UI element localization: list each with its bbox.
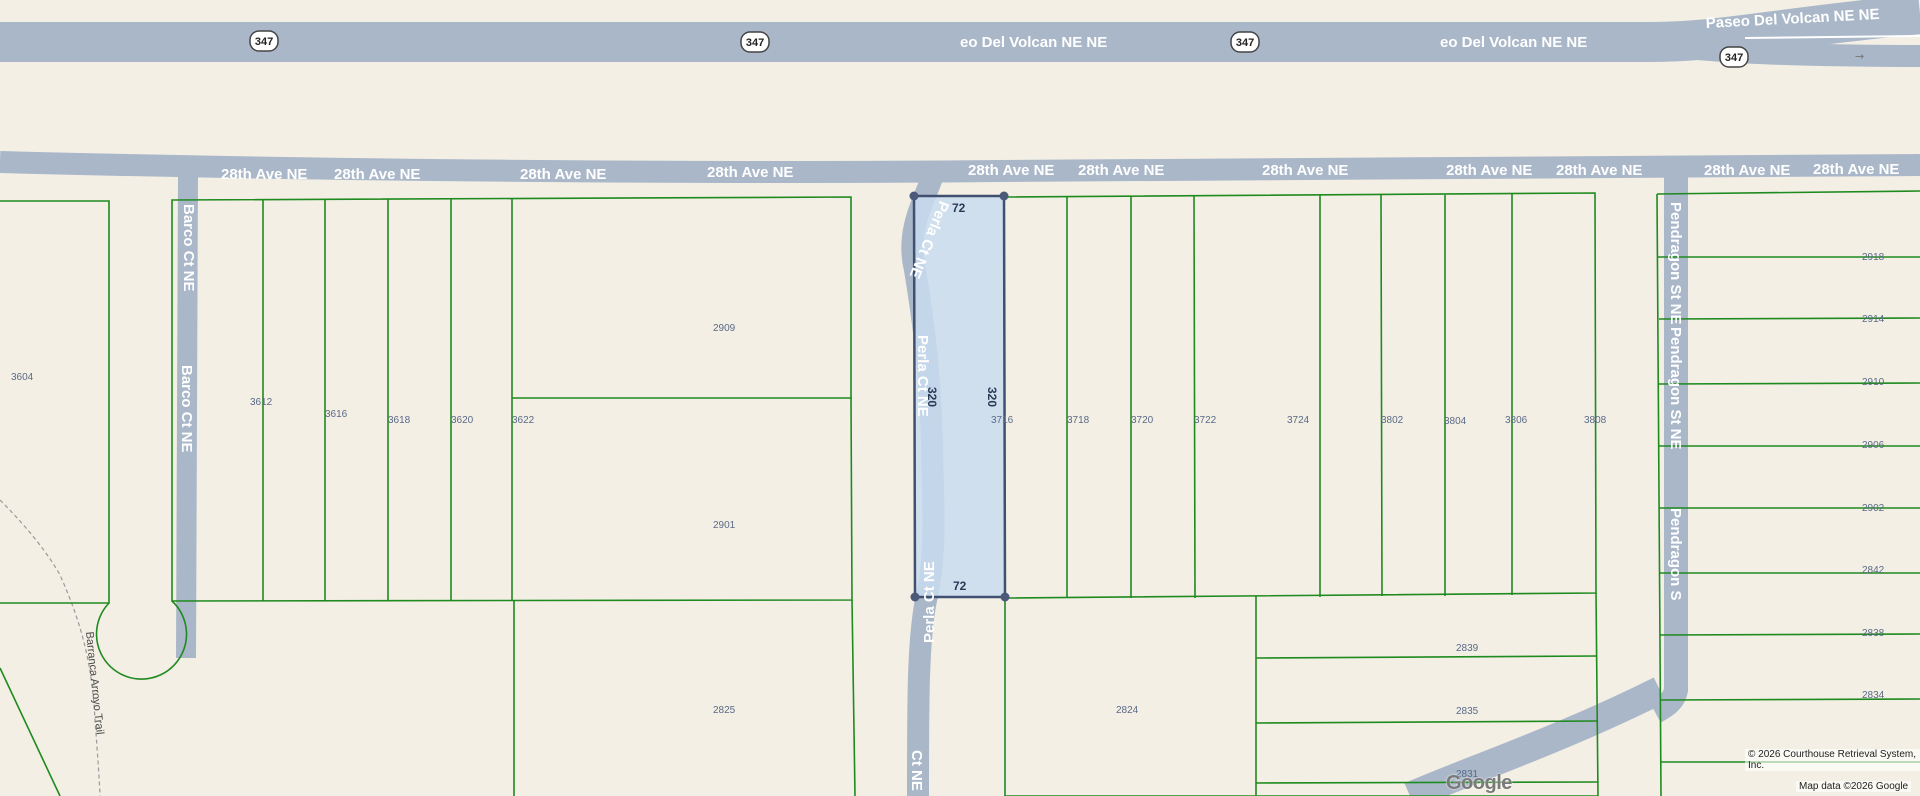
parcel-line bbox=[1255, 781, 1599, 784]
lot-number: 3618 bbox=[388, 415, 411, 426]
lot-number: 2901 bbox=[713, 520, 736, 531]
dimension-label-top: 72 bbox=[952, 201, 966, 215]
google-logo[interactable]: Google bbox=[1446, 772, 1512, 795]
lot-number: 3620 bbox=[451, 415, 474, 426]
road-label-28th-ave: 28th Ave NE bbox=[520, 166, 606, 183]
parcel-line bbox=[1193, 195, 1196, 599]
parcel-line bbox=[1380, 194, 1383, 597]
svg-text:347: 347 bbox=[1725, 52, 1743, 64]
paseo-ramp-road bbox=[1648, 33, 1920, 67]
svg-text:347: 347 bbox=[1236, 37, 1254, 49]
route-shield-347: 347 bbox=[1719, 46, 1749, 68]
parcel-vertex[interactable] bbox=[910, 592, 920, 602]
lot-number: 3718 bbox=[1067, 415, 1090, 426]
lot-number: 3802 bbox=[1381, 415, 1404, 426]
lot-number: 3720 bbox=[1131, 415, 1154, 426]
road-label-28th-ave: 28th Ave NE bbox=[1556, 162, 1642, 179]
lot-number: 2918 bbox=[1862, 252, 1885, 263]
lot-number: 3724 bbox=[1287, 415, 1310, 426]
lot-number: 3604 bbox=[11, 372, 34, 383]
lot-number: 2824 bbox=[1116, 705, 1139, 716]
lot-number: 2842 bbox=[1862, 565, 1885, 576]
lot-number: 3616 bbox=[325, 409, 348, 420]
lot-number: 3716 bbox=[991, 415, 1014, 426]
map-data-attribution[interactable]: Map data ©2026 Google bbox=[1796, 781, 1912, 792]
svg-text:347: 347 bbox=[255, 36, 273, 48]
lot-number: 3722 bbox=[1194, 415, 1217, 426]
lot-number: 2834 bbox=[1862, 690, 1885, 701]
lot-number: 2902 bbox=[1862, 503, 1885, 514]
road-label-28th-ave: 28th Ave NE bbox=[707, 164, 793, 181]
road-label-pendragon-st: Pendragon St NE bbox=[1667, 327, 1684, 450]
courthouse-attribution: © 2026 Courthouse Retrieval System, Inc. bbox=[1745, 749, 1920, 771]
road-label-28th-ave: 28th Ave NE bbox=[1078, 162, 1164, 179]
road-label-28th-ave: 28th Ave NE bbox=[968, 162, 1054, 179]
lot-number: 2835 bbox=[1456, 706, 1479, 717]
road-label-28th-ave: 28th Ave NE bbox=[221, 166, 307, 183]
parcel-vertex[interactable] bbox=[909, 191, 919, 201]
road-label-pendragon-st: Pendragon St NE bbox=[1667, 202, 1684, 325]
road-label-28th-ave: 28th Ave NE bbox=[1446, 162, 1532, 179]
lot-number: 2838 bbox=[1862, 628, 1885, 639]
route-shield-347: 347 bbox=[1230, 31, 1260, 53]
lot-number: 2914 bbox=[1862, 314, 1885, 325]
lot-number: 2909 bbox=[713, 323, 736, 334]
lot-number: 3808 bbox=[1584, 415, 1607, 426]
parcel-vertex[interactable] bbox=[999, 191, 1009, 201]
dimension-label-bottom: 72 bbox=[953, 579, 967, 593]
dimension-label-right: 320 bbox=[985, 387, 999, 407]
road-label-barco-ct: Barco Ct NE bbox=[178, 365, 195, 453]
road-label-28th-ave: 28th Ave NE bbox=[334, 166, 420, 183]
lot-number: 3612 bbox=[250, 397, 273, 408]
lot-number: 3806 bbox=[1505, 415, 1528, 426]
lot-number: 2825 bbox=[713, 705, 736, 716]
road-label-28th-ave: 28th Ave NE bbox=[1704, 162, 1790, 179]
road-label-perla-ct: Perla Ct NE bbox=[921, 561, 938, 643]
road-label-28th-ave: 28th Ave NE bbox=[1262, 162, 1348, 179]
road-label-paseo: eo Del Volcan NE NE bbox=[960, 34, 1107, 51]
lot-number: 2910 bbox=[1862, 377, 1885, 388]
arrow-right-icon: → bbox=[1855, 50, 1864, 63]
road-label-paseo: eo Del Volcan NE NE bbox=[1440, 34, 1587, 51]
parcel-map[interactable]: 72 72 320 320 eo Del Volcan NE NE eo Del… bbox=[0, 0, 1920, 796]
lot-number: 3804 bbox=[1444, 416, 1467, 427]
lot-number: 3622 bbox=[512, 415, 535, 426]
lot-number: 2906 bbox=[1862, 440, 1885, 451]
svg-text:347: 347 bbox=[746, 37, 764, 49]
route-shield-347: 347 bbox=[740, 31, 770, 53]
parcel-vertex[interactable] bbox=[1000, 592, 1010, 602]
road-label-28th-ave: 28th Ave NE bbox=[1813, 161, 1899, 178]
road-label-pendragon-st: Pendragon S bbox=[1667, 508, 1684, 601]
lot-number: 2839 bbox=[1456, 643, 1479, 654]
road-label-perla-ct: Ct NE bbox=[908, 750, 925, 791]
road-label-perla-ct: Perla Ct NE bbox=[914, 335, 931, 417]
road-label-barco-ct: Barco Ct NE bbox=[180, 204, 197, 292]
route-shield-347: 347 bbox=[249, 30, 279, 52]
